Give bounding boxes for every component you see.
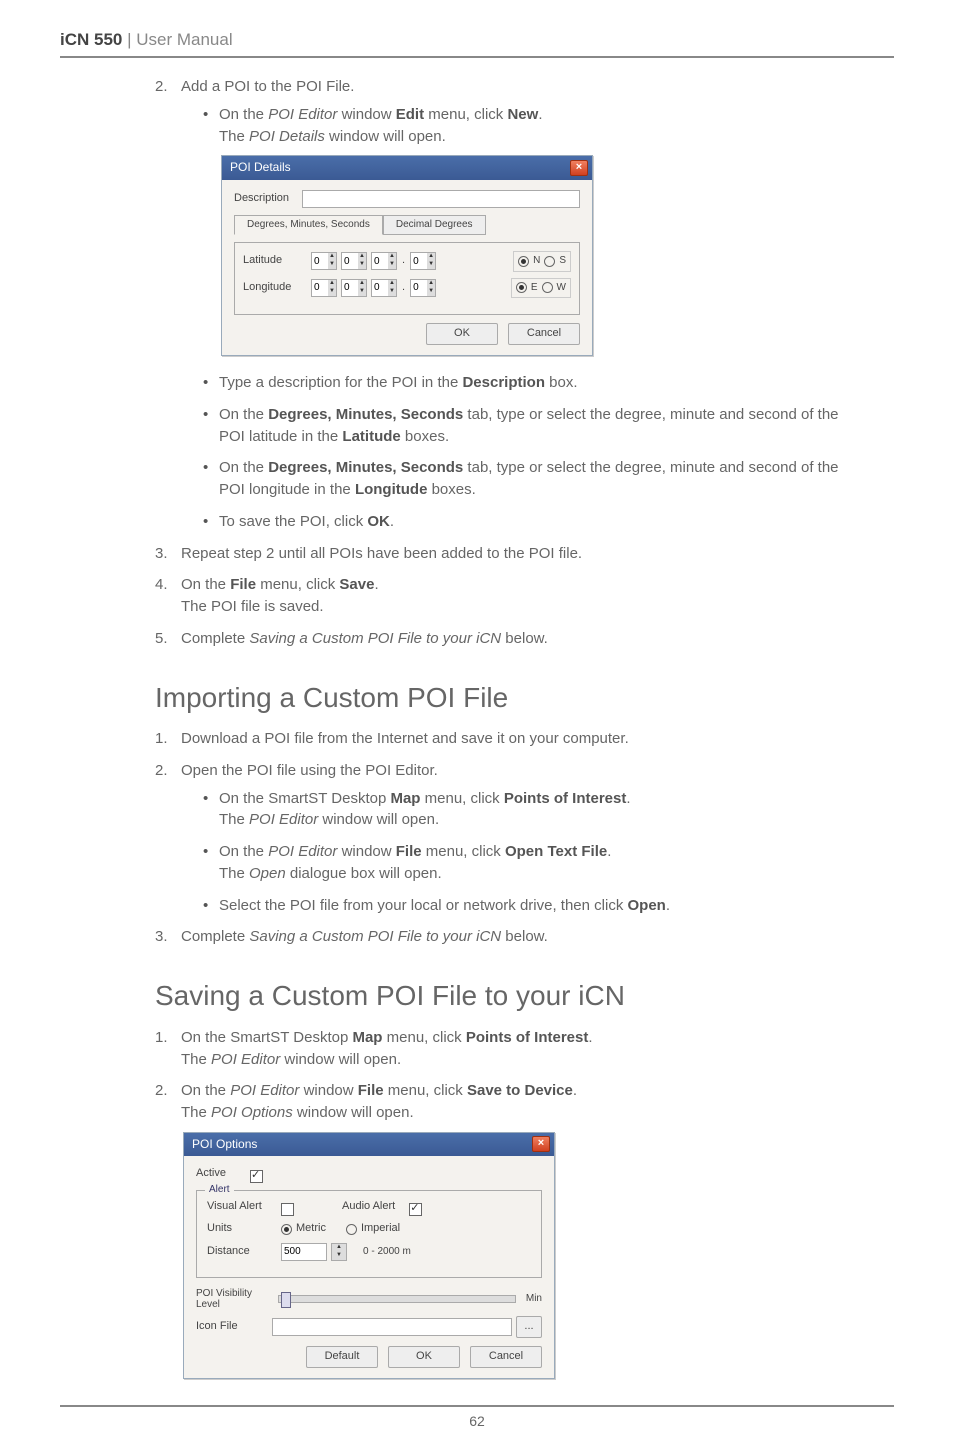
ok-button[interactable]: OK xyxy=(388,1346,460,1368)
bullet-save-ok: To save the POI, click OK. xyxy=(203,511,864,533)
alert-group: Alert Visual Alert Audio Alert Units xyxy=(196,1190,542,1278)
import-step-2: 2. Open the POI file using the POI Edito… xyxy=(155,760,864,917)
lon-min-spin[interactable]: ▲▼ xyxy=(341,279,367,297)
visibility-slider[interactable] xyxy=(278,1295,516,1303)
lat-deg-spin[interactable]: ▲▼ xyxy=(311,252,337,270)
lat-sec-spin[interactable]: ▲▼ xyxy=(371,252,397,270)
cancel-button[interactable]: Cancel xyxy=(508,323,580,345)
slider-thumb-icon[interactable] xyxy=(281,1292,291,1308)
lon-frac-spin[interactable]: ▲▼ xyxy=(410,279,436,297)
radio-imperial[interactable] xyxy=(346,1224,357,1235)
close-icon[interactable]: × xyxy=(532,1136,550,1152)
step-2: 2. Add a POI to the POI File. On the POI… xyxy=(155,76,864,533)
distance-label: Distance xyxy=(207,1244,277,1260)
import-step-1: 1. Download a POI file from the Internet… xyxy=(155,728,864,750)
longitude-label: Longitude xyxy=(243,280,307,296)
lat-direction[interactable]: N S xyxy=(513,251,571,272)
lon-sec-spin[interactable]: ▲▼ xyxy=(371,279,397,297)
description-input[interactable] xyxy=(302,190,580,208)
ok-button[interactable]: OK xyxy=(426,323,498,345)
heading-saving: Saving a Custom POI File to your iCN xyxy=(155,976,864,1017)
radio-w[interactable] xyxy=(542,282,553,293)
header-model: iCN 550 xyxy=(60,30,122,49)
lon-deg-spin[interactable]: ▲▼ xyxy=(311,279,337,297)
audio-alert-label: Audio Alert xyxy=(342,1199,395,1215)
page-header: iCN 550 | User Manual xyxy=(60,30,894,58)
import-step-3: 3. Complete Saving a Custom POI File to … xyxy=(155,926,864,948)
radio-n[interactable] xyxy=(518,256,529,267)
import-b3: Select the POI file from your local or n… xyxy=(203,895,864,917)
active-checkbox[interactable] xyxy=(250,1170,263,1183)
distance-spin[interactable]: ▲▼ xyxy=(331,1243,347,1261)
dialog-titlebar: POI Details × xyxy=(222,156,592,179)
step-2-num: 2. xyxy=(155,76,168,98)
save-step-2: 2. On the POI Editor window File menu, c… xyxy=(155,1080,864,1379)
lon-direction[interactable]: E W xyxy=(511,278,571,299)
description-label: Description xyxy=(234,191,298,207)
alert-legend: Alert xyxy=(205,1183,234,1198)
visual-alert-checkbox[interactable] xyxy=(281,1203,294,1216)
step-2-bullet-1: On the POI Editor window Edit menu, clic… xyxy=(203,104,864,356)
visual-alert-label: Visual Alert xyxy=(207,1199,277,1215)
icon-file-input[interactable] xyxy=(272,1318,512,1336)
heading-importing: Importing a Custom POI File xyxy=(155,678,864,719)
lat-frac-spin[interactable]: ▲▼ xyxy=(410,252,436,270)
step-3: 3. Repeat step 2 until all POIs have bee… xyxy=(155,543,864,565)
import-b2: On the POI Editor window File menu, clic… xyxy=(203,841,864,885)
distance-input[interactable] xyxy=(281,1243,327,1261)
visibility-min: Min xyxy=(526,1292,542,1307)
bullet-description: Type a description for the POI in the De… xyxy=(203,372,864,394)
header-sep: | xyxy=(122,30,136,49)
page-number: 62 xyxy=(469,1413,485,1429)
active-label: Active xyxy=(196,1166,246,1182)
step-2-text: Add a POI to the POI File. xyxy=(181,78,354,95)
dialog2-title: POI Options xyxy=(192,1136,257,1153)
close-icon[interactable]: × xyxy=(570,160,588,176)
bullet-latitude: On the Degrees, Minutes, Seconds tab, ty… xyxy=(203,404,864,448)
units-label: Units xyxy=(207,1221,277,1237)
icon-file-label: Icon File xyxy=(196,1319,268,1335)
radio-s[interactable] xyxy=(544,256,555,267)
visibility-label: POI Visibility Level xyxy=(196,1288,268,1310)
save-step-1: 1. On the SmartST Desktop Map menu, clic… xyxy=(155,1027,864,1071)
default-button[interactable]: Default xyxy=(306,1346,378,1368)
poi-options-dialog: POI Options × Active Alert Visual Alert xyxy=(183,1132,555,1379)
browse-button[interactable]: ... xyxy=(516,1316,542,1338)
lat-min-spin[interactable]: ▲▼ xyxy=(341,252,367,270)
poi-details-dialog: POI Details × Description Degrees, Minut… xyxy=(221,155,593,356)
distance-range: 0 - 2000 m xyxy=(363,1245,411,1260)
radio-e[interactable] xyxy=(516,282,527,293)
dialog-title: POI Details xyxy=(230,159,291,176)
latitude-label: Latitude xyxy=(243,253,307,269)
header-title: User Manual xyxy=(136,30,232,49)
cancel-button[interactable]: Cancel xyxy=(470,1346,542,1368)
tab-decimal[interactable]: Decimal Degrees xyxy=(383,215,486,236)
tab-dms[interactable]: Degrees, Minutes, Seconds xyxy=(234,215,383,236)
bullet-longitude: On the Degrees, Minutes, Seconds tab, ty… xyxy=(203,457,864,501)
step-4: 4. On the File menu, click Save. The POI… xyxy=(155,574,864,618)
step-5: 5. Complete Saving a Custom POI File to … xyxy=(155,628,864,650)
dialog2-titlebar: POI Options × xyxy=(184,1133,554,1156)
import-b1: On the SmartST Desktop Map menu, click P… xyxy=(203,788,864,832)
radio-metric[interactable] xyxy=(281,1224,292,1235)
audio-alert-checkbox[interactable] xyxy=(409,1203,422,1216)
